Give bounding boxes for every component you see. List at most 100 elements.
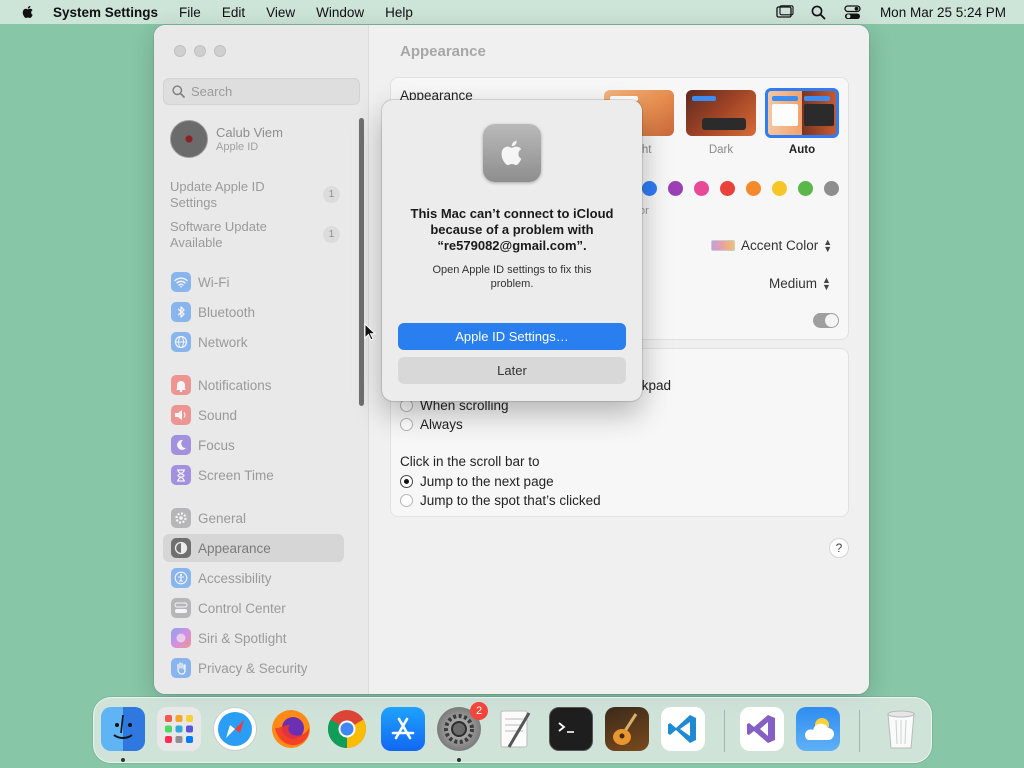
accent-color-pink[interactable] xyxy=(694,181,709,196)
sidebar-item-label: Wi-Fi xyxy=(198,274,230,290)
vscode-icon xyxy=(668,715,696,743)
dock-vscode[interactable] xyxy=(661,707,705,751)
sidebar-scrollbar[interactable] xyxy=(359,118,364,406)
chrome-icon xyxy=(327,710,367,749)
sidebar-item-privacy[interactable]: Privacy & Security xyxy=(163,654,344,682)
finder-icon xyxy=(113,714,133,739)
radio-button[interactable] xyxy=(400,494,413,507)
sidebar-item-label: General xyxy=(198,510,247,526)
accent-color-red[interactable] xyxy=(720,181,735,196)
software-update-item[interactable]: Software Update Available 1 xyxy=(170,219,340,251)
apple-id-profile[interactable]: Calub Viem Apple ID xyxy=(170,120,283,158)
dock-terminal[interactable] xyxy=(549,707,593,751)
app-store-icon xyxy=(391,717,415,740)
accent-color-yellow[interactable] xyxy=(772,181,787,196)
later-button[interactable]: Later xyxy=(398,357,626,384)
update-apple-id-item[interactable]: Update Apple ID Settings 1 xyxy=(170,179,340,211)
dock-trash[interactable] xyxy=(879,707,923,751)
menu-view[interactable]: View xyxy=(266,5,295,20)
running-indicator xyxy=(457,758,461,762)
accent-color-blue[interactable] xyxy=(642,181,657,196)
gear-icon xyxy=(171,508,191,528)
minimize-window-button[interactable] xyxy=(194,45,206,57)
accent-color-orange[interactable] xyxy=(746,181,761,196)
search-input[interactable]: Search xyxy=(163,78,360,105)
help-button[interactable]: ? xyxy=(829,538,849,558)
sidebar-item-general[interactable]: General xyxy=(163,504,344,532)
accent-color-graphite[interactable] xyxy=(824,181,839,196)
menu-help[interactable]: Help xyxy=(385,5,413,20)
sidebar-item-notifications[interactable]: Notifications xyxy=(163,371,344,399)
appearance-dark-option[interactable] xyxy=(686,90,756,136)
dock-finder[interactable] xyxy=(101,707,145,751)
dock-launchpad[interactable] xyxy=(157,707,201,751)
appearance-auto-option[interactable] xyxy=(765,88,839,138)
menu-clock[interactable]: Mon Mar 25 5:24 PM xyxy=(880,5,1006,20)
dock-app-store[interactable] xyxy=(381,707,425,751)
close-window-button[interactable] xyxy=(174,45,186,57)
dock-textedit[interactable] xyxy=(493,707,537,751)
highlight-color-value: Accent Color xyxy=(741,238,819,253)
hand-icon xyxy=(171,658,191,678)
menu-app-name[interactable]: System Settings xyxy=(53,5,158,20)
menu-window[interactable]: Window xyxy=(316,5,364,20)
appearance-dark-label: Dark xyxy=(708,144,734,156)
page-title: Appearance xyxy=(400,43,486,60)
icloud-alert-dialog: This Mac can’t connect to iCloud because… xyxy=(382,100,642,401)
dock-garageband[interactable] xyxy=(605,707,649,751)
control-center-icon[interactable] xyxy=(842,4,864,20)
sidebar-item-screen-time[interactable]: Screen Time xyxy=(163,461,344,489)
terminal-icon xyxy=(558,722,574,733)
radio-button[interactable] xyxy=(400,418,413,431)
sidebar-item-sound[interactable]: Sound xyxy=(163,401,344,429)
siri-icon xyxy=(171,628,191,648)
apple-menu-icon[interactable] xyxy=(20,4,36,20)
accent-color-green[interactable] xyxy=(798,181,813,196)
menu-edit[interactable]: Edit xyxy=(222,5,245,20)
sidebar-item-appearance[interactable]: Appearance xyxy=(163,534,344,562)
accent-color-purple[interactable] xyxy=(668,181,683,196)
wallpaper-tinting-toggle[interactable] xyxy=(813,313,839,328)
jump-spot-clicked-option[interactable]: Jump to the spot that’s clicked xyxy=(400,493,601,508)
moon-icon xyxy=(171,435,191,455)
bluetooth-icon xyxy=(171,302,191,322)
dock-chrome[interactable] xyxy=(325,707,369,751)
menu-file[interactable]: File xyxy=(179,5,201,20)
guitar-icon xyxy=(613,713,638,745)
bell-icon xyxy=(171,375,191,395)
jump-next-page-option[interactable]: Jump to the next page xyxy=(400,474,554,489)
spotlight-search-icon[interactable] xyxy=(808,4,830,20)
show-scroll-always[interactable]: Always xyxy=(400,417,463,432)
control-center-icon xyxy=(171,598,191,618)
radio-button[interactable] xyxy=(400,475,413,488)
appearance-auto-label: Auto xyxy=(788,144,816,156)
dock-safari[interactable] xyxy=(213,707,257,751)
sidebar: Search Calub Viem Apple ID Update Apple … xyxy=(154,25,369,694)
dock-firefox[interactable] xyxy=(269,707,313,751)
dock-weather[interactable] xyxy=(796,707,840,751)
sidebar-item-accessibility[interactable]: Accessibility xyxy=(163,564,344,592)
notice-badge: 1 xyxy=(323,186,340,203)
chevron-up-down-icon: ▲ ▼ xyxy=(823,236,833,254)
appearance-icon xyxy=(171,538,191,558)
highlight-color-select[interactable]: Accent Color ▲ ▼ xyxy=(711,236,833,254)
notice-badge: 1 xyxy=(323,226,340,243)
sidebar-item-label: Bluetooth xyxy=(198,304,256,320)
sidebar-icon-size-select[interactable]: Medium ▲ ▼ xyxy=(769,275,831,291)
apple-logo-icon xyxy=(483,124,541,182)
sidebar-item-label: Notifications xyxy=(198,377,272,393)
sidebar-item-siri[interactable]: Siri & Spotlight xyxy=(163,624,344,652)
sidebar-item-network[interactable]: Network xyxy=(163,328,344,356)
sidebar-item-bluetooth[interactable]: Bluetooth xyxy=(163,298,344,326)
zoom-window-button[interactable] xyxy=(214,45,226,57)
sidebar-item-label: Screen Time xyxy=(198,467,274,483)
sidebar-item-wifi[interactable]: Wi-Fi xyxy=(163,268,344,296)
wifi-icon xyxy=(171,272,191,292)
apple-id-settings-button[interactable]: Apple ID Settings… xyxy=(398,323,626,350)
sidebar-item-focus[interactable]: Focus xyxy=(163,431,344,459)
sidebar-item-control-center[interactable]: Control Center xyxy=(163,594,344,622)
screen-mirroring-icon[interactable] xyxy=(774,4,796,20)
dock-visual-studio[interactable] xyxy=(740,707,784,751)
firefox-icon xyxy=(272,710,310,748)
safari-compass-icon xyxy=(218,712,252,746)
